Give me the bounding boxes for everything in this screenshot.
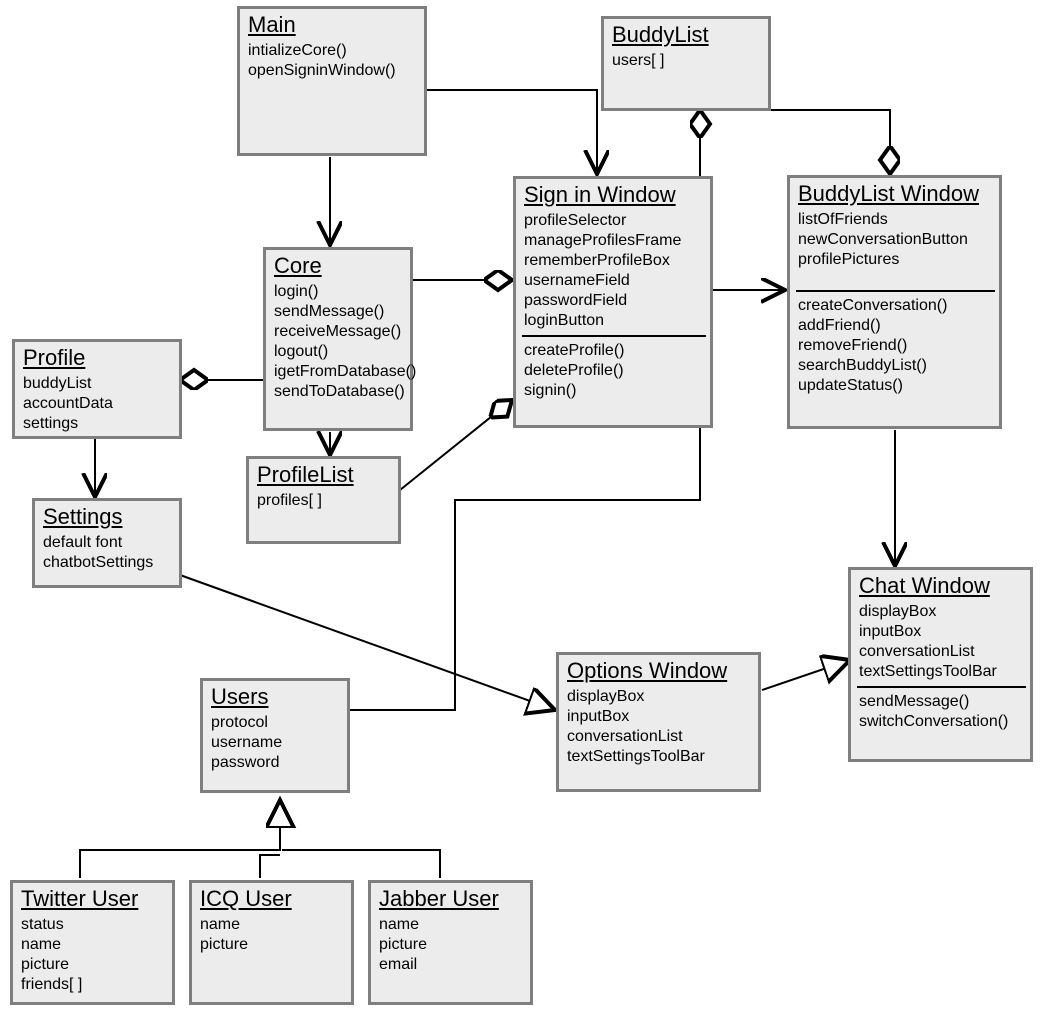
class-title: Users <box>211 683 341 713</box>
class-title: Main <box>248 11 418 41</box>
attr: textSettingsToolBar <box>859 662 1024 682</box>
class-settings: Settings default font chatbotSettings <box>32 498 182 588</box>
attr: password <box>211 753 341 773</box>
attr: newConversationButton <box>798 230 993 250</box>
class-title: Settings <box>43 503 173 533</box>
attr: inputBox <box>859 622 1024 642</box>
attr: default font <box>43 533 173 553</box>
attr: name <box>21 935 166 955</box>
attr: accountData <box>23 394 173 414</box>
attr: sendToDatabase() <box>274 382 404 402</box>
op: removeFriend() <box>798 336 993 356</box>
op: sendMessage() <box>859 692 1024 712</box>
uml-canvas: Main intializeCore() openSigninWindow() … <box>0 0 1055 1016</box>
attr: manageProfilesFrame <box>524 231 704 251</box>
attr: chatbotSettings <box>43 553 173 573</box>
attr: conversationList <box>567 727 752 747</box>
attr: picture <box>21 955 166 975</box>
class-title: Chat Window <box>859 572 1024 602</box>
class-title: Core <box>274 252 404 282</box>
attr: loginButton <box>524 311 704 331</box>
separator <box>857 686 1026 688</box>
attr: sendMessage() <box>274 302 404 322</box>
class-title: ICQ User <box>200 885 345 915</box>
attr: textSettingsToolBar <box>567 747 752 767</box>
attr: buddyList <box>23 374 173 394</box>
attr: logout() <box>274 342 404 362</box>
separator <box>796 290 995 292</box>
class-title: Sign in Window <box>524 181 704 211</box>
attr: igetFromDatabase() <box>274 362 404 382</box>
attr: users[ ] <box>612 51 762 71</box>
op: createProfile() <box>524 341 704 361</box>
attr: receiveMessage() <box>274 322 404 342</box>
class-chat-window: Chat Window displayBox inputBox conversa… <box>848 567 1033 762</box>
class-users: Users protocol username password <box>200 678 350 793</box>
attr: profiles[ ] <box>257 491 392 511</box>
op: deleteProfile() <box>524 361 704 381</box>
class-title: BuddyList Window <box>798 180 993 210</box>
class-title: Jabber User <box>379 885 524 915</box>
class-profile: Profile buddyList accountData settings <box>12 339 182 439</box>
class-twitter-user: Twitter User status name picture friends… <box>10 880 175 1005</box>
attr: listOfFriends <box>798 210 993 230</box>
class-profilelist: ProfileList profiles[ ] <box>246 456 401 544</box>
class-icq-user: ICQ User name picture <box>189 880 354 1005</box>
attr: friends[ ] <box>21 975 166 995</box>
attr: openSigninWindow() <box>248 61 418 81</box>
class-core: Core login() sendMessage() receiveMessag… <box>263 247 413 431</box>
attr: name <box>379 915 524 935</box>
class-title: Options Window <box>567 657 752 687</box>
attr: conversationList <box>859 642 1024 662</box>
class-jabber-user: Jabber User name picture email <box>368 880 533 1005</box>
attr: status <box>21 915 166 935</box>
attr: profilePictures <box>798 250 993 270</box>
class-title: Twitter User <box>21 885 166 915</box>
attr: login() <box>274 282 404 302</box>
attr: picture <box>379 935 524 955</box>
class-buddylist-window: BuddyList Window listOfFriends newConver… <box>787 175 1002 429</box>
class-title: Profile <box>23 344 173 374</box>
attr: username <box>211 733 341 753</box>
class-buddylist: BuddyList users[ ] <box>601 16 771 111</box>
attr: intializeCore() <box>248 41 418 61</box>
op: updateStatus() <box>798 376 993 396</box>
op: createConversation() <box>798 296 993 316</box>
class-signin-window: Sign in Window profileSelector managePro… <box>513 176 713 428</box>
op: searchBuddyList() <box>798 356 993 376</box>
attr: displayBox <box>567 687 752 707</box>
attr: usernameField <box>524 271 704 291</box>
class-title: BuddyList <box>612 21 762 51</box>
attr: displayBox <box>859 602 1024 622</box>
attr: inputBox <box>567 707 752 727</box>
class-options-window: Options Window displayBox inputBox conve… <box>556 652 761 792</box>
separator <box>522 335 706 337</box>
op: addFriend() <box>798 316 993 336</box>
op: switchConversation() <box>859 712 1024 732</box>
class-title: ProfileList <box>257 461 392 491</box>
attr: name <box>200 915 345 935</box>
op: signin() <box>524 381 704 401</box>
attr: settings <box>23 414 173 434</box>
attr: rememberProfileBox <box>524 251 704 271</box>
attr: passwordField <box>524 291 704 311</box>
attr: email <box>379 955 524 975</box>
attr: profileSelector <box>524 211 704 231</box>
class-main: Main intializeCore() openSigninWindow() <box>237 6 427 156</box>
attr: protocol <box>211 713 341 733</box>
attr: picture <box>200 935 345 955</box>
